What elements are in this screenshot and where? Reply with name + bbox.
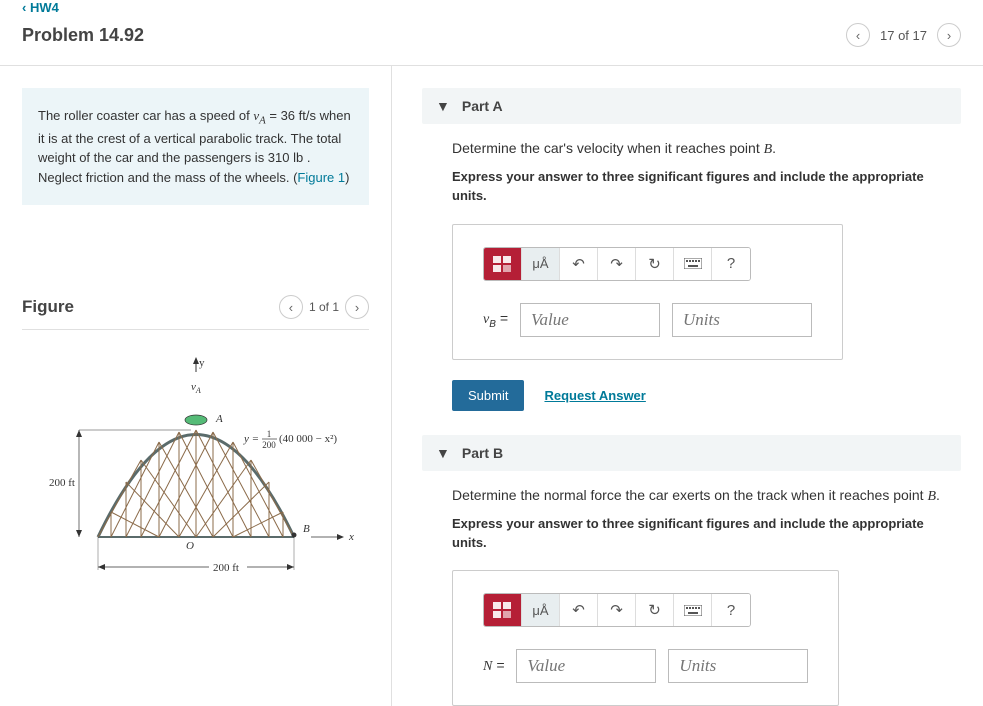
svg-text:200: 200 [262,440,276,450]
part-a-title: Part A [462,98,503,114]
templates-button[interactable] [484,248,522,280]
collapse-icon: ▼ [436,98,450,114]
part-b-body: Determine the normal force the car exert… [422,471,961,706]
svg-text:1: 1 [266,429,271,439]
fig-label-height: 200 ft [49,477,75,489]
figure-pager-text: 1 of 1 [309,300,339,314]
part-a-header[interactable]: ▼ Part A [422,88,961,124]
part-b-title: Part B [462,445,503,461]
pager-text: 17 of 17 [880,28,927,43]
part-a-instruct: Express your answer to three significant… [452,168,957,206]
svg-text:vA: vA [191,381,201,395]
part-b-units-input[interactable] [668,649,808,683]
problem-prompt: The roller coaster car has a speed of vA… [22,88,369,205]
figure-divider [22,329,369,330]
breadcrumb[interactable]: ‹ HW4 [0,0,983,15]
part-b-toolbar: μÅ ↶ ↷ ↻ ? [483,593,751,627]
figure-link[interactable]: Figure 1 [297,170,345,185]
breadcrumb-text: HW4 [30,0,59,15]
undo-button[interactable]: ↶ [560,248,598,280]
prompt-text: ) [345,170,349,185]
next-problem-button[interactable]: › [937,23,961,47]
reset-button[interactable]: ↻ [636,248,674,280]
svg-text:y =: y = [243,433,259,445]
help-button[interactable]: ? [712,248,750,280]
part-b-instruct: Express your answer to three significant… [452,515,957,553]
prompt-unit: ft/s [299,108,316,123]
part-b-answer-box: μÅ ↶ ↷ ↻ ? N = [452,570,839,706]
fig-label-A: A [215,413,223,425]
part-a-units-input[interactable] [672,303,812,337]
part-b-eq-label: N = [483,657,504,675]
greek-button[interactable]: μÅ [522,248,560,280]
part-b-header[interactable]: ▼ Part B [422,435,961,471]
part-a-body: Determine the car's velocity when it rea… [422,124,961,435]
figure-heading: Figure [22,297,74,317]
svg-text:(40 000 − x²): (40 000 − x²) [279,433,337,445]
prompt-sub: A [259,115,266,127]
problem-title: Problem 14.92 [22,25,144,46]
fig-label-B: B [303,523,310,535]
part-a-submit-button[interactable]: Submit [452,380,524,411]
part-a-question: Determine the car's velocity when it rea… [452,140,957,158]
figure-header: Figure ‹ 1 of 1 › [22,295,369,319]
figure-prev-button[interactable]: ‹ [279,295,303,319]
figure-pager: ‹ 1 of 1 › [279,295,369,319]
pager: ‹ 17 of 17 › [846,23,961,47]
part-b-question: Determine the normal force the car exert… [452,487,957,505]
redo-button[interactable]: ↷ [598,248,636,280]
prompt-text: = 36 [266,108,299,123]
fig-label-x: x [348,531,354,543]
part-a-request-answer-link[interactable]: Request Answer [544,388,645,403]
part-b-value-input[interactable] [516,649,656,683]
header: Problem 14.92 ‹ 17 of 17 › [0,15,983,65]
collapse-icon: ▼ [436,445,450,461]
figure-next-button[interactable]: › [345,295,369,319]
figure-image: y vA A y = 1 200 [22,352,369,587]
part-a-eq-label: vB = [483,310,508,330]
prompt-text: The roller coaster car has a speed of [38,108,253,123]
prev-problem-button[interactable]: ‹ [846,23,870,47]
fig-label-width: 200 ft [213,562,239,574]
fig-label-y: y [199,357,205,369]
part-a-answer-box: μÅ ↶ ↷ ↻ ? vB = [452,224,843,360]
keyboard-button[interactable] [674,248,712,280]
fig-label-O: O [186,540,194,552]
part-a-value-input[interactable] [520,303,660,337]
prompt-unit: lb [293,150,303,165]
part-a-toolbar: μÅ ↶ ↷ ↻ ? [483,247,751,281]
